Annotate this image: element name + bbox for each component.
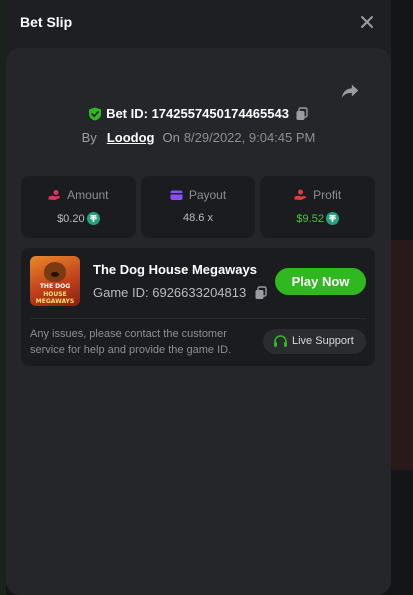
payout-stat: Payout 48.6 x: [140, 176, 256, 238]
support-help-text: Any issues, please contact the customer …: [30, 328, 232, 356]
dog-face-graphic: [44, 262, 66, 282]
payout-value: 48.6 x: [183, 212, 213, 224]
amount-value: $0.20: [57, 213, 85, 225]
profit-value: $9.52: [296, 213, 324, 225]
live-support-label: Live Support: [292, 335, 354, 347]
profit-stat: Profit $9.52: [260, 176, 376, 238]
backdrop-edge-right: [391, 240, 413, 470]
close-button[interactable]: [357, 12, 377, 32]
game-thumbnail[interactable]: THE DOG HOUSE MEGAWAYS: [30, 256, 80, 306]
copy-game-id-button[interactable]: [254, 286, 268, 300]
bet-stats: Amount $0.20 Payout 48.6 x Profit $9.52: [21, 176, 376, 238]
divider: [30, 318, 366, 319]
bet-details-panel: Bet ID: 1742557450174465543 By Loodog On 8/…: [6, 48, 391, 595]
bet-slip-modal: Bet Slip Bet ID: 1742557450174465543 By L…: [6, 0, 391, 595]
game-id: Game ID: 6926633204813: [93, 285, 247, 300]
bet-datetime: 8/29/2022, 9:04:45 PM: [183, 130, 316, 145]
share-icon: [341, 84, 359, 98]
game-card: THE DOG HOUSE MEGAWAYS The Dog House Meg…: [21, 248, 375, 366]
by-label: By: [81, 130, 97, 145]
modal-title: Bet Slip: [20, 14, 73, 30]
headset-icon: [274, 335, 287, 347]
on-label: On: [162, 130, 180, 145]
amount-label: Amount: [67, 188, 109, 202]
close-icon: [361, 16, 373, 28]
game-name: The Dog House Megaways: [93, 262, 257, 277]
tether-coin-icon: [325, 212, 339, 225]
bet-id: Bet ID: 1742557450174465543: [106, 106, 289, 121]
profit-label: Profit: [313, 188, 342, 202]
share-button[interactable]: [339, 80, 361, 102]
username-link[interactable]: Loodog: [107, 130, 155, 145]
bet-id-row: Bet ID: 1742557450174465543: [6, 106, 391, 121]
bet-meta-row: By Loodog On 8/29/2022, 9:04:45 PM: [6, 130, 391, 145]
tether-coin-icon: [86, 212, 100, 225]
amount-stat: Amount $0.20: [21, 176, 136, 238]
play-now-button[interactable]: Play Now: [275, 268, 366, 295]
copy-icon: [296, 107, 308, 120]
wallet-icon: [170, 190, 183, 200]
hand-coin-icon: [294, 189, 307, 200]
game-id-row: Game ID: 6926633204813: [93, 285, 268, 300]
live-support-button[interactable]: Live Support: [263, 329, 366, 354]
shield-check-icon: [89, 107, 102, 121]
copy-icon: [255, 286, 267, 299]
payout-label: Payout: [188, 188, 227, 202]
hand-coin-icon: [48, 190, 61, 200]
copy-bet-id-button[interactable]: [295, 107, 309, 121]
